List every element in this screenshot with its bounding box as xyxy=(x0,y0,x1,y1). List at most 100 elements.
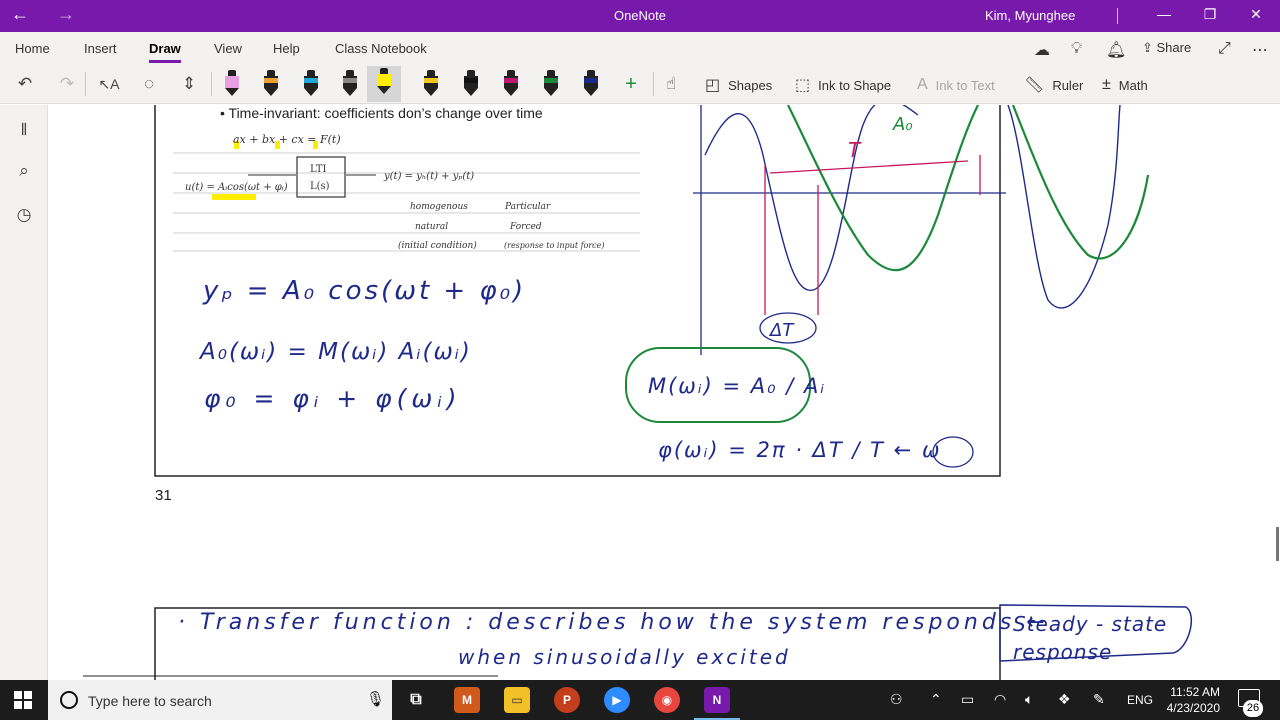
people-icon[interactable]: ⚇ xyxy=(890,691,903,708)
natural-text: natural xyxy=(415,222,448,232)
language-indicator[interactable]: ENG xyxy=(1127,693,1153,707)
tab-home[interactable]: Home xyxy=(15,41,50,56)
clock-time: 11:52 AM xyxy=(1170,685,1220,699)
ruler-button[interactable]: 📏︎ Ruler xyxy=(1024,74,1083,96)
dropbox-icon[interactable]: ❖ xyxy=(1058,691,1071,708)
notebooks-icon[interactable]: 𝍪 xyxy=(13,117,35,139)
microphone-icon[interactable]: 🎙︎ xyxy=(366,690,385,708)
input-sine-curve xyxy=(704,105,919,291)
sync-icon[interactable]: ☁ xyxy=(1034,40,1050,60)
shapes-label: Shapes xyxy=(728,77,773,93)
clock-date: 4/23/2020 xyxy=(1166,701,1220,715)
highlighter-pink-icon[interactable] xyxy=(222,68,242,100)
file-explorer-icon[interactable]: ▭ xyxy=(504,687,530,713)
app-title: OneNote xyxy=(613,8,667,23)
minimize-icon[interactable]: — xyxy=(1149,6,1179,22)
title-bar: ← → OneNote Kim, Myunghee — ❐ ✕ xyxy=(0,0,1280,32)
chevron-up-icon[interactable]: ⌃ xyxy=(930,691,942,708)
share-button[interactable]: ⇪ Share xyxy=(1142,40,1191,56)
redo-icon[interactable]: ↷ xyxy=(56,73,78,95)
title-separator xyxy=(1117,8,1118,24)
tab-class-notebook[interactable]: Class Notebook xyxy=(335,41,427,56)
search-icon[interactable]: ⌕ xyxy=(13,161,35,183)
math-icon: ± xyxy=(1102,76,1111,93)
chrome-icon[interactable]: ◉ xyxy=(654,687,680,713)
tab-draw[interactable]: Draw xyxy=(149,41,181,63)
search-placeholder: Type here to search xyxy=(88,693,212,709)
bell-icon[interactable]: 🔔︎ xyxy=(1106,40,1126,60)
transfer-function-line1: · Transfer function : describes how the … xyxy=(178,610,1049,635)
ink-to-shape-button[interactable]: ⬚ Ink to Shape xyxy=(795,74,891,96)
math-label: Math xyxy=(1118,77,1148,93)
period-arrow xyxy=(769,160,969,174)
touch-drawing-icon[interactable]: ☝ xyxy=(660,73,682,95)
block-bottom-text: L(s) xyxy=(310,181,330,192)
powerpoint-icon[interactable]: P xyxy=(554,687,580,713)
pen-magenta-icon[interactable] xyxy=(501,68,521,100)
shapes-icon: ◰ xyxy=(705,77,721,94)
homogeneous-text: homogenous xyxy=(410,202,468,212)
ink-layer: ax + bx + cx = F(t) u(t) = Aᵢcos(ωt + φᵢ… xyxy=(83,105,1193,680)
fullscreen-icon[interactable]: ⤢ xyxy=(1218,40,1231,58)
close-icon[interactable]: ✕ xyxy=(1241,6,1271,23)
pen-gray-icon[interactable] xyxy=(340,68,360,100)
ruler-label: Ruler xyxy=(1052,77,1084,93)
taskbar: Type here to search 🎙︎ ⧉ M ▭ P ▶ ◉ N ⚇ ⌃… xyxy=(0,680,1280,720)
user-name[interactable]: Kim, Myunghee xyxy=(985,8,1075,23)
pen-navy-icon[interactable] xyxy=(581,68,601,100)
restore-icon[interactable]: ❐ xyxy=(1195,6,1225,23)
share-icon: ⇪ xyxy=(1142,40,1157,55)
toolbar-divider xyxy=(653,72,654,96)
tab-insert[interactable]: Insert xyxy=(84,41,117,56)
graph-delta-label: ΔT xyxy=(768,320,795,341)
undo-icon[interactable]: ↶ xyxy=(14,73,36,95)
input-text: u(t) = Aᵢcos(ωt + φᵢ) xyxy=(185,182,288,193)
note-canvas[interactable]: ax + bx + cx = F(t) u(t) = Aᵢcos(ωt + φᵢ… xyxy=(48,105,1280,680)
ink-to-text-icon: A xyxy=(917,76,928,93)
steady-state-text: Steady - state response xyxy=(1013,612,1168,664)
task-view-icon[interactable]: ⧉ xyxy=(403,687,429,713)
pen-black-icon[interactable] xyxy=(461,68,481,100)
type-select-icon[interactable]: ↖A xyxy=(98,73,120,95)
initial-text: (initial condition) xyxy=(398,240,477,251)
pen-orange-icon[interactable] xyxy=(261,68,281,100)
ink-to-shape-label: Ink to Shape xyxy=(818,77,892,93)
pen-workspace-icon[interactable]: ✎ xyxy=(1093,691,1105,708)
handwritten-eq3: φ₀ = φᵢ + φ(ωᵢ) xyxy=(204,384,462,413)
graph-period-label: T xyxy=(848,138,862,162)
lightbulb-icon[interactable]: 💡︎ xyxy=(1071,40,1082,58)
more-options-icon[interactable]: ⋯ xyxy=(1252,40,1268,60)
onenote-icon[interactable]: N xyxy=(694,687,740,720)
response-text: (response to input force) xyxy=(504,241,605,250)
ink-to-text-label: Ink to Text xyxy=(935,77,995,93)
zoom-icon[interactable]: ▶ xyxy=(604,687,630,713)
wifi-icon[interactable]: ◠ xyxy=(994,691,1006,708)
recent-icon[interactable]: ◷ xyxy=(13,205,35,227)
volume-icon[interactable]: 🔈︎ xyxy=(1025,691,1033,708)
bullet-time-invariant: • Time-invariant: coefficients don’s cha… xyxy=(220,105,543,121)
highlighter-yellow-icon[interactable] xyxy=(367,66,401,102)
math-button[interactable]: ± Math xyxy=(1102,74,1148,96)
tab-help[interactable]: Help xyxy=(273,41,300,56)
taskbar-search[interactable]: Type here to search 🎙︎ xyxy=(48,680,392,720)
vertical-scrollbar[interactable] xyxy=(1276,527,1279,561)
battery-icon[interactable]: ▭ xyxy=(961,691,974,708)
forced-text: Forced xyxy=(509,222,542,232)
handwritten-eq1: yₚ = A₀ cos(ωt + φ₀) xyxy=(202,276,526,306)
pen-cyan-icon[interactable] xyxy=(301,68,321,100)
shapes-button[interactable]: ◰ Shapes xyxy=(705,74,772,96)
lasso-select-icon[interactable]: ◌ xyxy=(138,73,160,95)
matlab-icon[interactable]: M xyxy=(454,687,480,713)
add-space-icon[interactable]: ⇕ xyxy=(178,73,200,95)
system-clock[interactable]: 11:52 AM 4/23/2020 xyxy=(1160,684,1220,716)
ruler-icon: 📏︎ xyxy=(1024,77,1045,94)
tab-view[interactable]: View xyxy=(214,41,242,56)
pen-yellow-icon[interactable] xyxy=(421,68,441,100)
add-pen-icon[interactable]: + xyxy=(620,73,642,95)
left-navigation: 𝍪 ⌕ ◷ xyxy=(0,105,48,680)
toolbar-divider xyxy=(211,72,212,96)
ink-to-text-button[interactable]: A Ink to Text xyxy=(917,74,995,96)
notification-badge: 26 xyxy=(1243,700,1263,717)
windows-start-icon[interactable] xyxy=(14,691,32,709)
pen-green-icon[interactable] xyxy=(541,68,561,100)
